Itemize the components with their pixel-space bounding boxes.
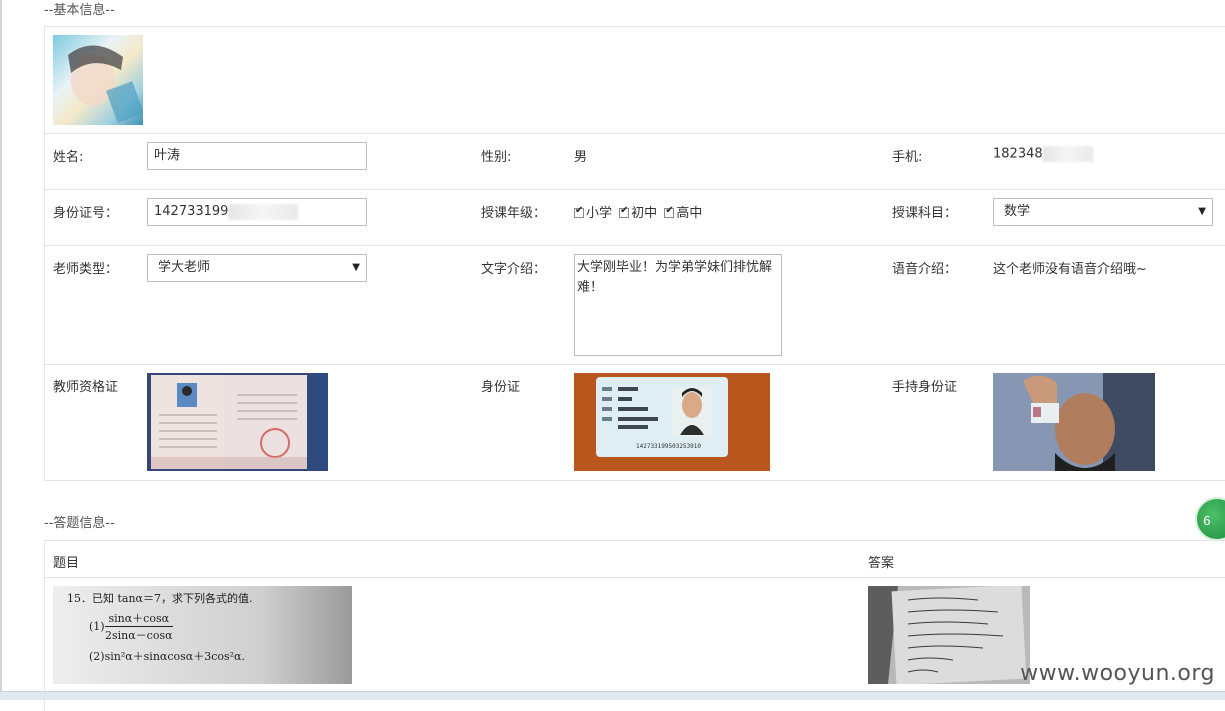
dropdown-arrow-icon: ▼ [352,262,360,273]
idcard-label: 身份证 [481,380,521,395]
grade-checkboxes: 小学 初中 高中 [574,202,705,221]
subject-label: 授课科目： [892,206,958,221]
avatar [53,35,143,125]
basic-info-title: --基本信息-- [44,3,115,18]
grade-middle[interactable]: 初中 [619,205,657,221]
name-field[interactable]: 叶涛 [147,142,367,170]
voice-intro-value: 这个老师没有语音介绍哦~ [993,262,1147,277]
watermark: www.wooyun.org [1020,661,1215,686]
id-number: 142733199 [154,204,229,219]
text-intro-label: 文字介绍： [481,262,547,277]
answers-info-title: --答题信息-- [44,516,115,531]
checkbox-icon[interactable] [664,205,675,218]
phone-redaction [1042,146,1093,162]
question-item2: (2)sin²α＋sinαcosα＋3cos²α. [89,650,245,663]
gender-label: 性别: [481,150,512,165]
question-fraction: sinα＋cosα 2sinα－cosα [105,612,173,642]
checkbox-icon[interactable] [574,205,584,218]
id-redaction [228,203,299,220]
grade-high[interactable]: 高中 [664,205,702,221]
text-intro-textarea[interactable]: 大学刚毕业！为学弟学妹们排忧解难！ [574,254,782,356]
avatar-row [45,27,1225,134]
teacher-certificate-image[interactable] [147,373,328,471]
left-border [0,0,2,700]
cert-label: 教师资格证 [53,380,119,395]
row-certificates: 教师资格证 身份证 142733199503253910 手持身份证 [45,365,1225,479]
bottom-scrollbar[interactable] [0,691,1225,700]
idcard-image[interactable]: 142733199503253910 [574,373,770,471]
basic-info-box: 姓名: 叶涛 性别: 男 手机: 182348 身份证号： 142733199 … [44,26,1225,481]
phone-value: 182348 [993,146,1093,162]
name-label: 姓名: [53,150,84,165]
col-question-header: 题目 [53,556,80,571]
gender-value: 男 [574,150,588,165]
voice-intro-label: 语音介绍： [892,262,958,277]
id-field[interactable]: 142733199 [147,198,367,226]
question-image[interactable]: 15．已知 tanα＝7，求下列各式的值. (1) sinα＋cosα 2sin… [53,586,352,684]
hold-idcard-label: 手持身份证 [892,380,958,395]
row-id: 身份证号： 142733199 授课年级： 小学 初中 高中 授课科目： 数学▼ [45,190,1225,246]
grade-primary[interactable]: 小学 [574,205,612,221]
id-label: 身份证号： [53,206,119,221]
row-name: 姓名: 叶涛 性别: 男 手机: 182348 [45,134,1225,190]
idcard-number: 142733199503253910 [636,443,701,450]
question-line1: 15．已知 tanα＝7，求下列各式的值. [67,592,253,605]
teacher-type-label: 老师类型： [53,262,119,277]
teacher-type-select[interactable]: 学大老师 ▼ [147,254,367,282]
phone-number: 182348 [993,146,1043,162]
checkbox-icon[interactable] [619,205,630,218]
answer-image[interactable] [868,586,1030,684]
floating-badge-button[interactable]: 6 [1195,497,1225,541]
phone-label: 手机: [892,150,923,165]
row-intro: 老师类型： 学大老师 ▼ 文字介绍： 大学刚毕业！为学弟学妹们排忧解难！ 语音介绍… [45,246,1225,365]
subject-select[interactable]: 数学 ▼ [993,198,1213,226]
dropdown-arrow-icon: ▼ [1198,206,1206,217]
hold-idcard-image[interactable] [993,373,1155,471]
col-answer-header: 答案 [868,556,895,571]
answers-header-row: 题目 答案 [45,541,1225,578]
grade-label: 授课年级： [481,206,547,221]
